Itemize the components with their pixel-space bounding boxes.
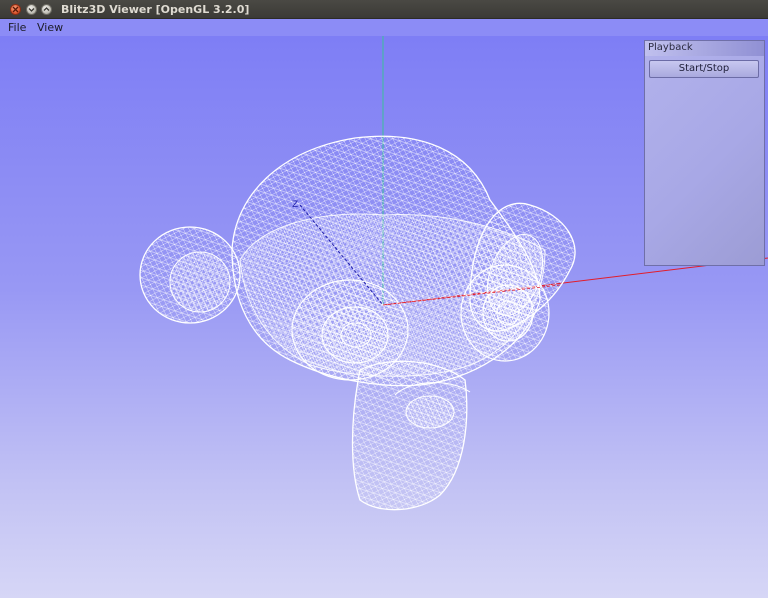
minimize-button[interactable] — [26, 4, 37, 15]
menu-file[interactable]: File — [8, 21, 26, 34]
app-window: Blitz3D Viewer [OpenGL 3.2.0] File View — [0, 0, 768, 598]
maximize-icon — [43, 7, 50, 11]
title-bar[interactable]: Blitz3D Viewer [OpenGL 3.2.0] — [0, 0, 768, 19]
maximize-button[interactable] — [41, 4, 52, 15]
axis-z-label: Z — [292, 200, 298, 210]
menu-bar: File View — [0, 19, 768, 36]
monkey-wireframe — [139, 135, 576, 511]
close-icon — [12, 6, 19, 13]
window-title: Blitz3D Viewer [OpenGL 3.2.0] — [61, 3, 250, 16]
playback-panel: Playback Start/Stop — [644, 40, 765, 266]
panel-title[interactable]: Playback — [645, 41, 764, 56]
start-stop-button[interactable]: Start/Stop — [649, 60, 759, 78]
minimize-icon — [28, 8, 35, 12]
close-button[interactable] — [10, 4, 21, 15]
menu-view[interactable]: View — [37, 21, 63, 34]
